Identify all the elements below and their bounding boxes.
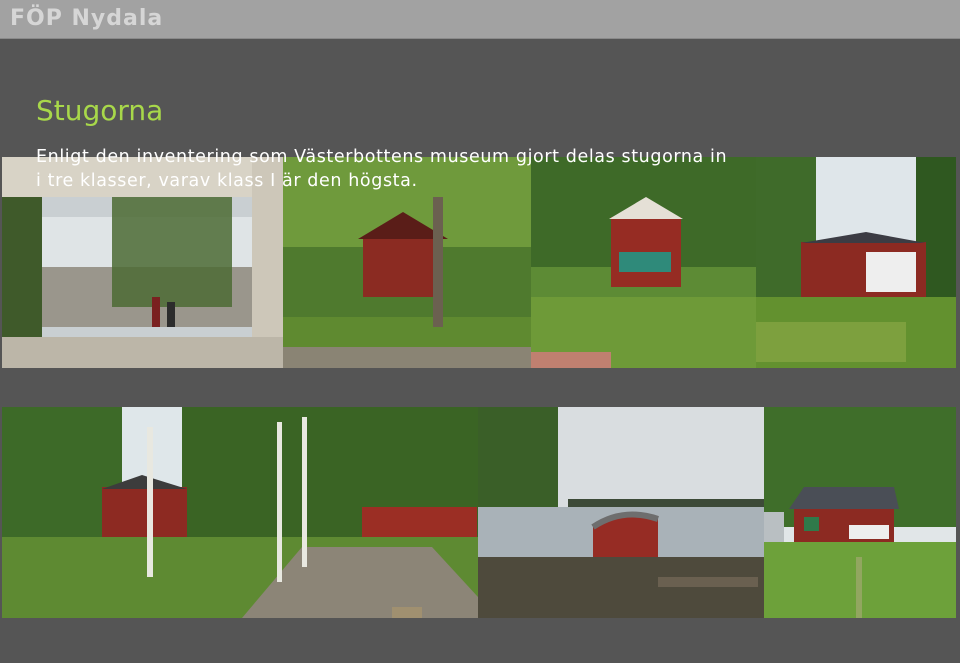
photo-birch-forest-cottages (2, 407, 478, 618)
body-line-2: i tre klasser, varav klass I är den högs… (36, 171, 418, 191)
brand-title: FÖP Nydala (10, 6, 164, 31)
slide-title: Stugorna (36, 94, 164, 127)
slide-body-text: Enligt den inventering som Västerbottens… (36, 145, 916, 193)
photo-lake-boathouse (478, 407, 764, 618)
photo-green-cottage-meadow (764, 407, 956, 618)
header-bar: FÖP Nydala (0, 0, 960, 39)
body-line-1: Enligt den inventering som Västerbottens… (36, 147, 728, 167)
